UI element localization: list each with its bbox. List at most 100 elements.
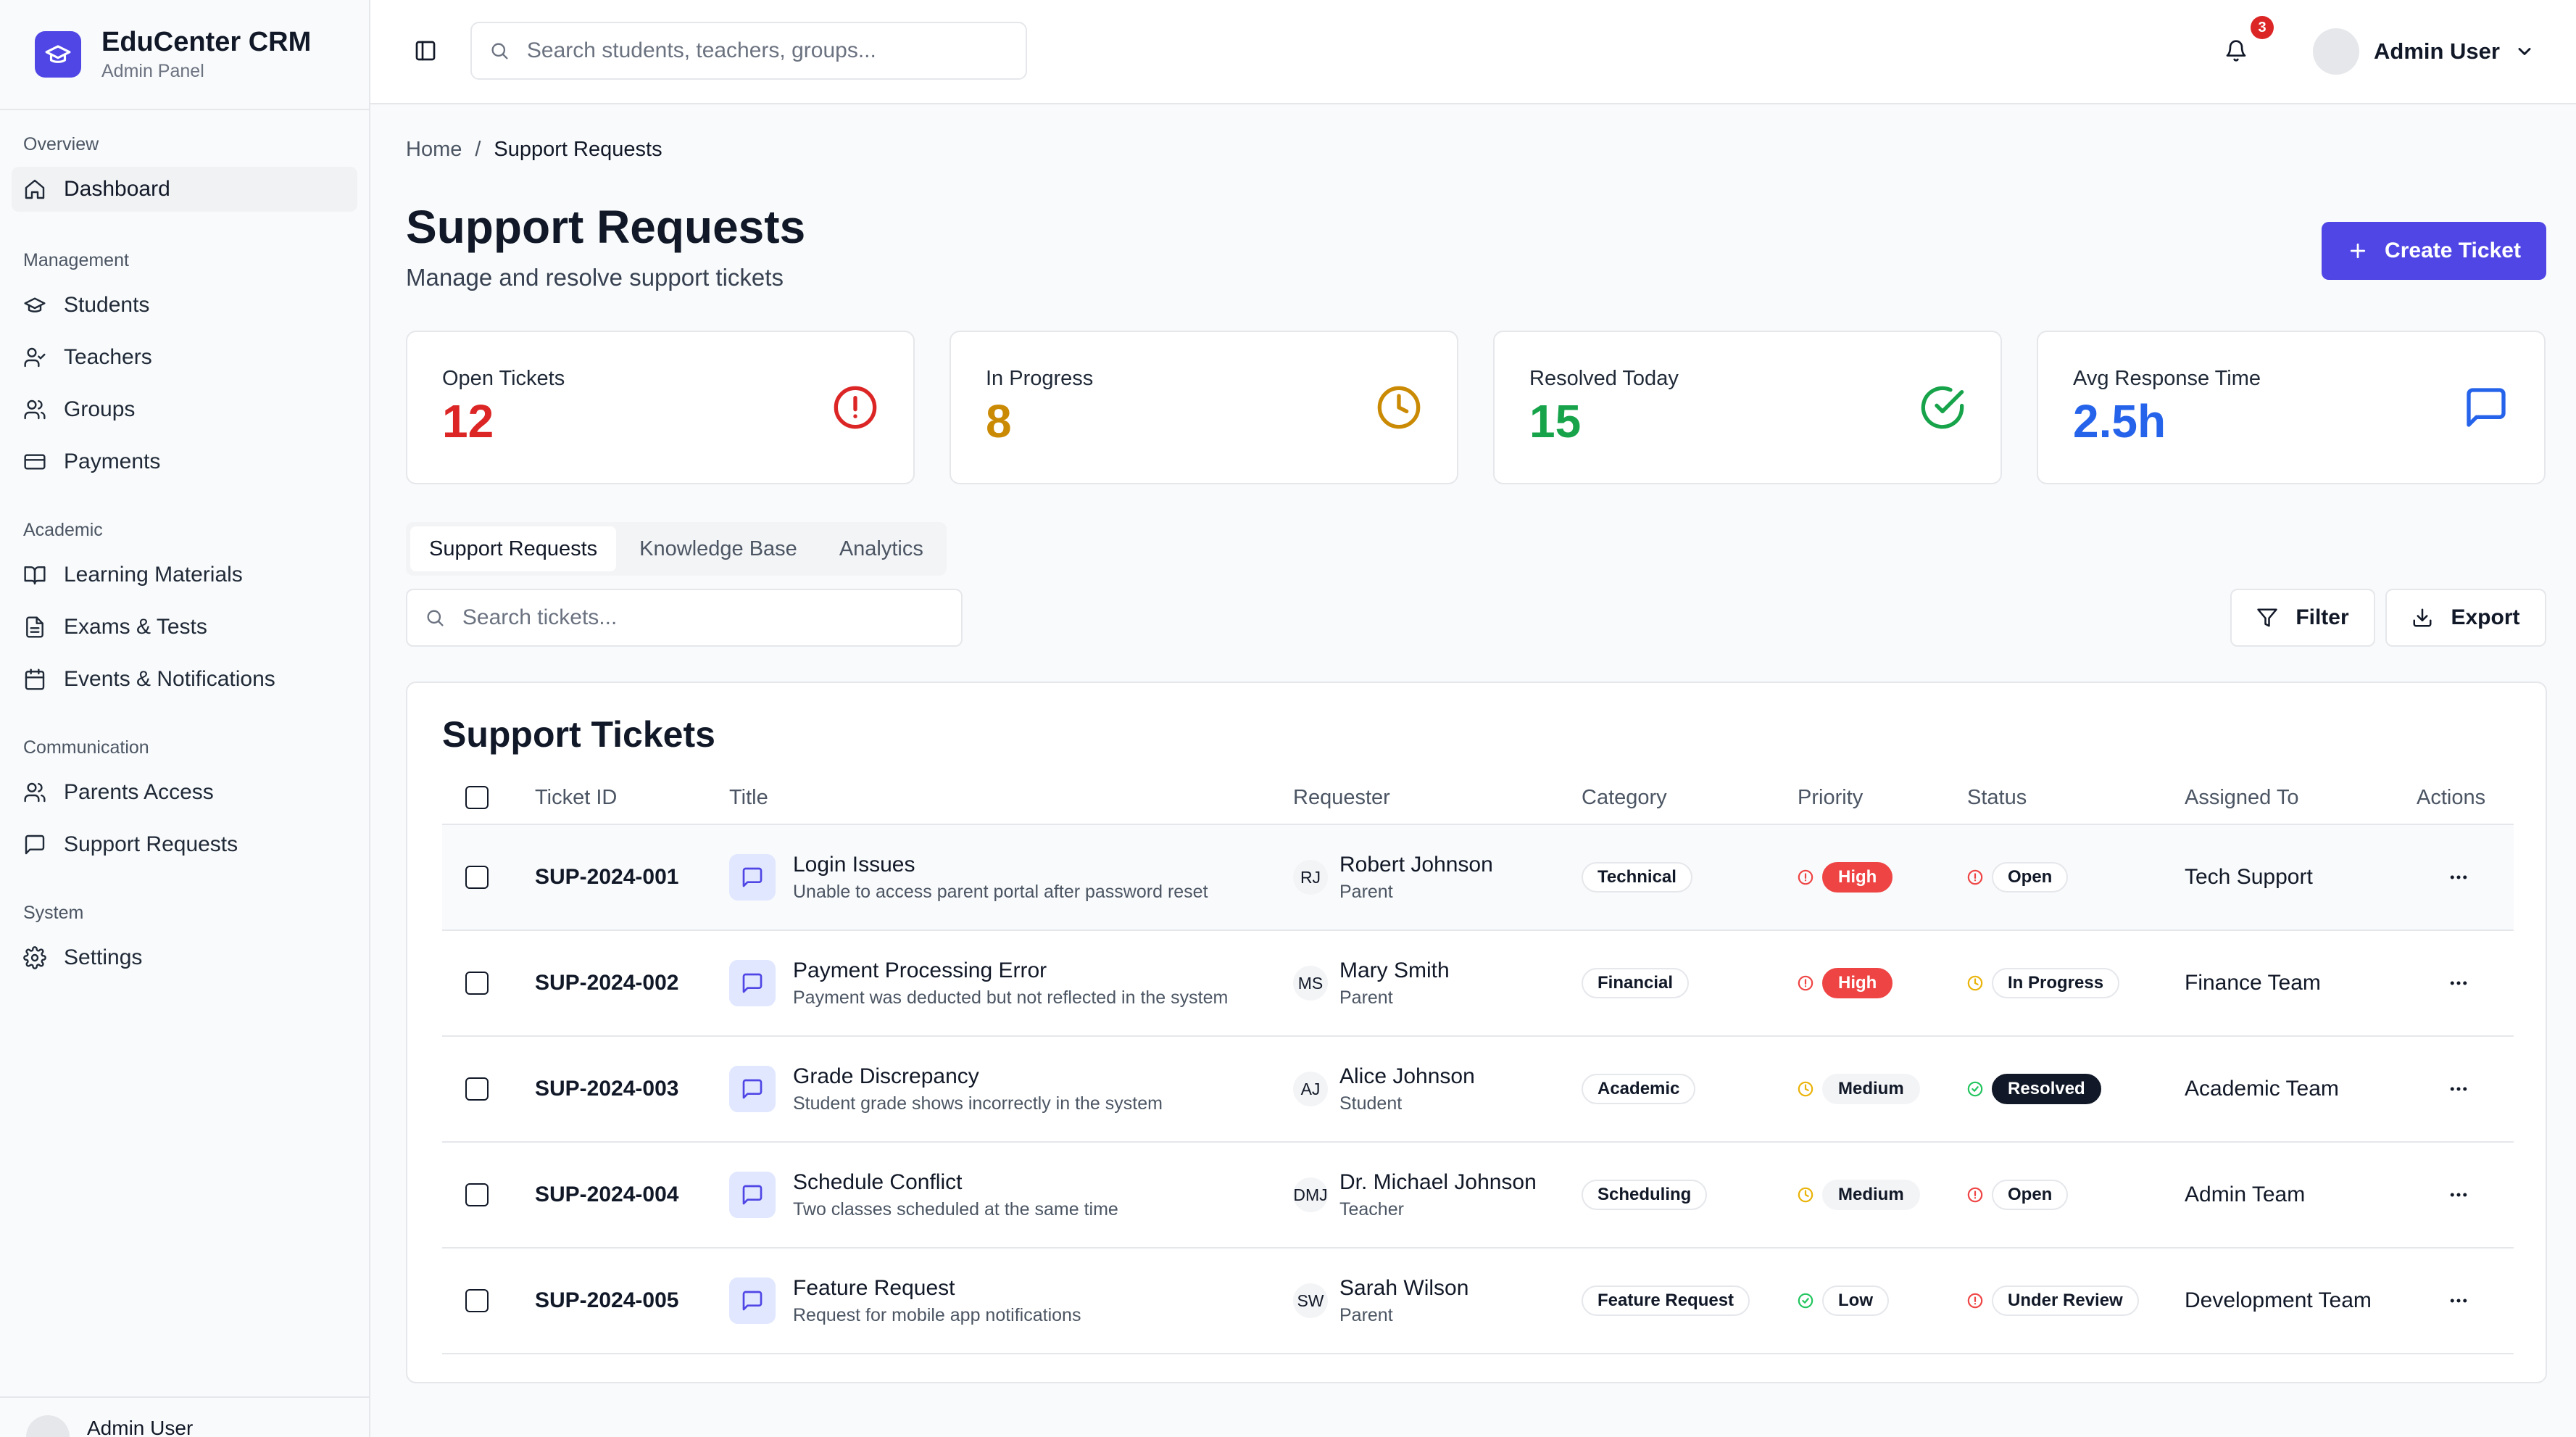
filter-button[interactable]: Filter bbox=[2230, 589, 2375, 647]
credit-card-icon bbox=[23, 450, 46, 473]
book-open-icon bbox=[23, 563, 46, 587]
sidebar-user-name: Admin User bbox=[87, 1417, 194, 1437]
sidebar-item-payments[interactable]: Payments bbox=[12, 439, 357, 484]
requester-avatar: SW bbox=[1293, 1283, 1328, 1318]
row-checkbox[interactable] bbox=[465, 972, 489, 995]
sidebar-item-support-requests[interactable]: Support Requests bbox=[12, 822, 357, 867]
more-actions-icon[interactable] bbox=[2444, 1180, 2473, 1209]
assigned-to: Development Team bbox=[2185, 1288, 2372, 1312]
table-header: Ticket ID Title Requester Category Priority S… bbox=[442, 770, 2514, 825]
priority-badge: Medium bbox=[1822, 1074, 1920, 1104]
ticket-description: Student grade shows incorrectly in the s… bbox=[793, 1093, 1163, 1114]
assigned-to: Finance Team bbox=[2185, 971, 2321, 995]
global-search[interactable] bbox=[470, 22, 1027, 80]
sidebar-item-label: Groups bbox=[64, 397, 136, 421]
create-ticket-label: Create Ticket bbox=[2385, 239, 2521, 262]
table-row[interactable]: SUP-2024-004 Schedule Conflict Two classes… bbox=[442, 1143, 2514, 1248]
user-name: Admin User bbox=[2374, 38, 2500, 64]
stat-card-in-progress: In Progress 8 bbox=[950, 331, 1458, 484]
category-badge: Academic bbox=[1582, 1074, 1696, 1104]
support-tickets-table: Support Tickets Ticket ID Title Requester C… bbox=[406, 682, 2547, 1383]
category-badge: Financial bbox=[1582, 968, 1690, 998]
column-header-assigned-to: Assigned To bbox=[2185, 785, 2299, 809]
ticket-id: SUP-2024-002 bbox=[535, 971, 679, 995]
tab-knowledge-base[interactable]: Knowledge Base bbox=[620, 526, 816, 571]
sidebar: EduCenter CRM Admin Panel Overview Dashbo… bbox=[0, 0, 370, 1437]
graduation-cap-icon bbox=[23, 294, 46, 317]
sidebar-item-events-notifications[interactable]: Events & Notifications bbox=[12, 657, 357, 702]
more-actions-icon[interactable] bbox=[2444, 863, 2473, 892]
bell-icon[interactable] bbox=[2222, 36, 2251, 65]
stat-label: Resolved Today bbox=[1529, 367, 1679, 390]
check-circle-icon bbox=[1798, 1293, 1822, 1309]
sidebar-item-students[interactable]: Students bbox=[12, 283, 357, 328]
export-button[interactable]: Export bbox=[2385, 589, 2546, 647]
graduation-cap-icon bbox=[35, 31, 81, 78]
sidebar-item-learning-materials[interactable]: Learning Materials bbox=[12, 552, 357, 597]
home-icon bbox=[23, 178, 46, 201]
priority-badge: Low bbox=[1822, 1285, 1889, 1316]
ticket-title: Schedule Conflict bbox=[793, 1169, 963, 1194]
tab-list: Support Requests Knowledge Base Analytics bbox=[406, 522, 947, 576]
plus-icon bbox=[2350, 243, 2366, 259]
user-menu[interactable]: Admin User bbox=[2313, 28, 2535, 75]
sidebar-item-exams-tests[interactable]: Exams & Tests bbox=[12, 605, 357, 650]
sidebar-item-teachers[interactable]: Teachers bbox=[12, 335, 357, 380]
ticket-title: Grade Discrepancy bbox=[793, 1064, 979, 1088]
message-square-icon bbox=[23, 833, 46, 856]
message-square-icon bbox=[2463, 384, 2509, 431]
breadcrumb: Home / Support Requests bbox=[406, 138, 662, 162]
sidebar-item-label: Support Requests bbox=[64, 832, 238, 856]
ticket-search[interactable] bbox=[406, 589, 963, 647]
requester-name: Robert Johnson bbox=[1339, 852, 1493, 877]
more-actions-icon[interactable] bbox=[2444, 1286, 2473, 1315]
table-row[interactable]: SUP-2024-005 Feature Request Request for m… bbox=[442, 1248, 2514, 1354]
create-ticket-button[interactable]: Create Ticket bbox=[2322, 222, 2546, 280]
row-checkbox[interactable] bbox=[465, 1289, 489, 1312]
sidebar-item-settings[interactable]: Settings bbox=[12, 935, 357, 980]
row-checkbox[interactable] bbox=[465, 866, 489, 889]
priority-badge: Medium bbox=[1822, 1180, 1920, 1210]
sidebar-item-dashboard[interactable]: Dashboard bbox=[12, 167, 357, 212]
brand[interactable]: EduCenter CRM Admin Panel bbox=[0, 0, 369, 110]
sidebar-item-label: Students bbox=[64, 293, 150, 317]
tab-analytics[interactable]: Analytics bbox=[820, 526, 942, 571]
sidebar-user[interactable]: Admin User bbox=[0, 1396, 369, 1437]
column-header-status: Status bbox=[1967, 785, 2027, 809]
category-badge: Technical bbox=[1582, 862, 1692, 893]
alert-circle-icon bbox=[1967, 1293, 1992, 1309]
requester-avatar: DMJ bbox=[1293, 1177, 1328, 1212]
row-checkbox[interactable] bbox=[465, 1077, 489, 1101]
stat-label: In Progress bbox=[986, 367, 1094, 390]
select-all-checkbox[interactable] bbox=[465, 786, 489, 809]
search-icon bbox=[491, 43, 508, 59]
stat-label: Open Tickets bbox=[442, 367, 565, 390]
global-search-input[interactable] bbox=[526, 38, 1026, 63]
more-actions-icon[interactable] bbox=[2444, 969, 2473, 998]
ticket-description: Payment was deducted but not reflected i… bbox=[793, 987, 1229, 1008]
sidebar-toggle-icon[interactable] bbox=[411, 36, 440, 65]
clock-icon bbox=[1967, 975, 1992, 991]
table-row[interactable]: SUP-2024-001 Login Issues Unable to access… bbox=[442, 825, 2514, 931]
status-badge: Open bbox=[1992, 862, 2069, 893]
breadcrumb-home[interactable]: Home bbox=[406, 138, 462, 162]
table-row[interactable]: SUP-2024-002 Payment Processing Error Paym… bbox=[442, 931, 2514, 1037]
sidebar-item-groups[interactable]: Groups bbox=[12, 387, 357, 432]
chevron-down-icon bbox=[2518, 48, 2531, 55]
ticket-search-input[interactable] bbox=[462, 605, 961, 630]
message-square-icon bbox=[729, 1066, 776, 1112]
file-text-icon bbox=[23, 616, 46, 639]
table-row[interactable]: SUP-2024-003 Grade Discrepancy Student gra… bbox=[442, 1037, 2514, 1143]
requester-name: Mary Smith bbox=[1339, 958, 1450, 982]
ticket-id: SUP-2024-004 bbox=[535, 1183, 679, 1206]
calendar-icon bbox=[23, 668, 46, 691]
tab-support-requests[interactable]: Support Requests bbox=[410, 526, 617, 571]
row-checkbox[interactable] bbox=[465, 1183, 489, 1206]
nav-section-academic: Academic Learning Materials Exams & Tests E… bbox=[0, 516, 369, 702]
alert-circle-icon bbox=[1967, 1187, 1992, 1203]
filter-label: Filter bbox=[2295, 605, 2349, 629]
nav-heading: Overview bbox=[23, 133, 99, 154]
more-actions-icon[interactable] bbox=[2444, 1074, 2473, 1103]
message-square-icon bbox=[729, 854, 776, 900]
sidebar-item-parents-access[interactable]: Parents Access bbox=[12, 770, 357, 815]
